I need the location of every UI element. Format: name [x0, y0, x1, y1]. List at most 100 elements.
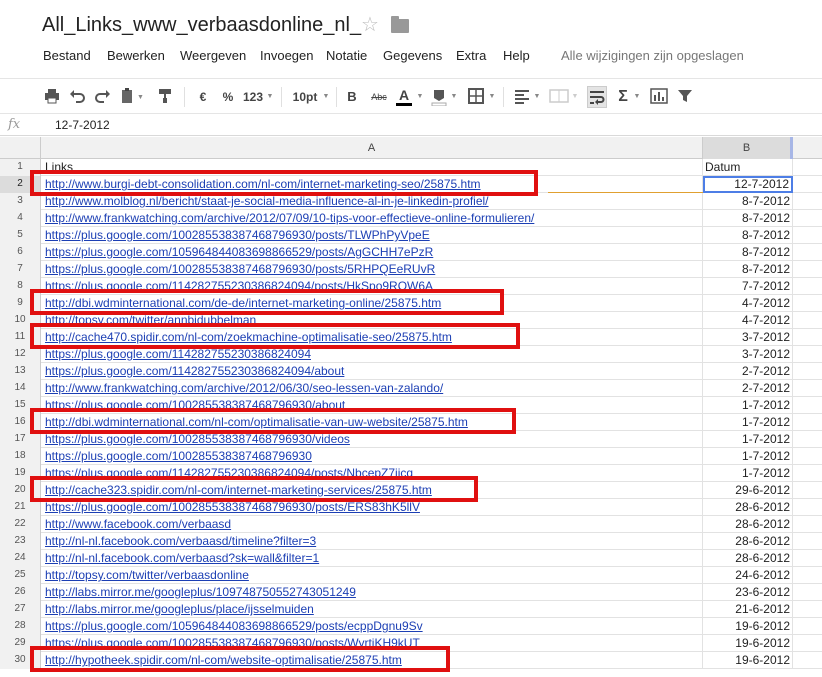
select-all-corner[interactable]: [0, 137, 41, 159]
row-number[interactable]: 14: [0, 380, 41, 397]
menu-tools[interactable]: Extra: [456, 48, 486, 63]
link-text[interactable]: http://dbi.wdminternational.com/nl-com/o…: [45, 415, 468, 429]
row-number[interactable]: 29: [0, 635, 41, 652]
cell-date[interactable]: 1-7-2012: [703, 431, 793, 448]
row-number[interactable]: 20: [0, 482, 41, 499]
cell-date[interactable]: 3-7-2012: [703, 346, 793, 363]
cell-link[interactable]: https://plus.google.com/1002855383874687…: [41, 227, 703, 244]
fill-color-icon[interactable]: [431, 88, 447, 106]
cell-date[interactable]: Datum: [703, 159, 793, 176]
paint-format-icon[interactable]: [157, 88, 173, 106]
number-format-button[interactable]: 123: [242, 88, 264, 106]
cell-link[interactable]: http://www.burgi-debt-consolidation.com/…: [41, 176, 703, 193]
cell-date[interactable]: 2-7-2012: [703, 380, 793, 397]
menu-file[interactable]: Bestand: [43, 48, 91, 63]
active-cell-date[interactable]: 12-7-2012: [703, 176, 793, 193]
cell-link[interactable]: https://plus.google.com/1142827552303868…: [41, 465, 703, 482]
cell-link[interactable]: http://labs.mirror.me/googleplus/place/i…: [41, 601, 703, 618]
cell-link[interactable]: http://topsy.com/twitter/verbaasdonline: [41, 567, 703, 584]
row-number[interactable]: 28: [0, 618, 41, 635]
link-text[interactable]: https://plus.google.com/1002855383874687…: [45, 636, 420, 650]
redo-icon[interactable]: [95, 88, 111, 106]
row-number[interactable]: 6: [0, 244, 41, 261]
cell-link[interactable]: https://plus.google.com/1059648440836988…: [41, 618, 703, 635]
cell-date[interactable]: 8-7-2012: [703, 227, 793, 244]
document-title[interactable]: All_Links_www_verbaasdonline_nl_: [42, 14, 361, 37]
row-number[interactable]: 15: [0, 397, 41, 414]
row-number[interactable]: 26: [0, 584, 41, 601]
menu-data[interactable]: Gegevens: [383, 48, 442, 63]
cell-date[interactable]: 7-7-2012: [703, 278, 793, 295]
font-size-select[interactable]: 10pt: [290, 88, 320, 106]
cell-date[interactable]: 8-7-2012: [703, 193, 793, 210]
link-text[interactable]: http://www.frankwatching.com/archive/201…: [45, 381, 443, 395]
row-number[interactable]: 8: [0, 278, 41, 295]
strikethrough-button[interactable]: Abc: [368, 88, 390, 106]
cell-date[interactable]: 28-6-2012: [703, 516, 793, 533]
cell-date[interactable]: 29-6-2012: [703, 482, 793, 499]
link-text[interactable]: https://plus.google.com/1142827552303868…: [45, 279, 433, 293]
menu-edit[interactable]: Bewerken: [107, 48, 165, 63]
link-text[interactable]: http://nl-nl.facebook.com/verbaasd/timel…: [45, 534, 316, 548]
link-text[interactable]: https://plus.google.com/1059648440836988…: [45, 619, 423, 633]
chevron-down-icon[interactable]: ▼: [416, 88, 424, 106]
row-number[interactable]: 30: [0, 652, 41, 669]
cell-link[interactable]: http://cache323.spidir.com/nl-com/intern…: [41, 482, 703, 499]
link-text[interactable]: http://topsy.com/twitter/verbaasdonline: [45, 568, 249, 582]
row-number[interactable]: 3: [0, 193, 41, 210]
cell-link[interactable]: https://plus.google.com/1002855383874687…: [41, 261, 703, 278]
cell-link[interactable]: http://www.frankwatching.com/archive/201…: [41, 380, 703, 397]
filter-icon[interactable]: [677, 88, 693, 106]
link-text[interactable]: http://dbi.wdminternational.com/de-de/in…: [45, 296, 441, 310]
cell-date[interactable]: 8-7-2012: [703, 261, 793, 278]
row-number[interactable]: 27: [0, 601, 41, 618]
bold-button[interactable]: B: [346, 88, 358, 106]
cell-date[interactable]: 1-7-2012: [703, 448, 793, 465]
cell-link[interactable]: https://plus.google.com/1002855383874687…: [41, 397, 703, 414]
cell-link[interactable]: http://dbi.wdminternational.com/de-de/in…: [41, 295, 703, 312]
percent-format-button[interactable]: %: [221, 88, 235, 106]
cell-link[interactable]: http://labs.mirror.me/googleplus/1097487…: [41, 584, 703, 601]
cell-link[interactable]: https://plus.google.com/1002855383874687…: [41, 431, 703, 448]
column-header-b[interactable]: B: [703, 137, 793, 159]
star-icon[interactable]: ☆: [361, 15, 379, 35]
chevron-down-icon[interactable]: ▼: [266, 88, 274, 106]
cell-link[interactable]: https://plus.google.com/1059648440836988…: [41, 244, 703, 261]
link-text[interactable]: https://plus.google.com/1002855383874687…: [45, 262, 435, 276]
cell-date[interactable]: 4-7-2012: [703, 295, 793, 312]
cell-date[interactable]: 1-7-2012: [703, 397, 793, 414]
cell-link[interactable]: http://hypotheek.spidir.com/nl-com/websi…: [41, 652, 703, 669]
row-number[interactable]: 21: [0, 499, 41, 516]
row-number[interactable]: 17: [0, 431, 41, 448]
cell-date[interactable]: 28-6-2012: [703, 533, 793, 550]
insert-chart-icon[interactable]: [650, 88, 668, 106]
cell-link[interactable]: http://cache470.spidir.com/nl-com/zoekma…: [41, 329, 703, 346]
link-text[interactable]: http://labs.mirror.me/googleplus/place/i…: [45, 602, 314, 616]
link-text[interactable]: http://cache470.spidir.com/nl-com/zoekma…: [45, 330, 452, 344]
link-text[interactable]: http://www.frankwatching.com/archive/201…: [45, 211, 534, 225]
chevron-down-icon[interactable]: ▼: [450, 88, 458, 106]
cell-link[interactable]: https://plus.google.com/1142827552303868…: [41, 363, 703, 380]
cell-link[interactable]: http://topsy.com/twitter/annbidubbelman: [41, 312, 703, 329]
cell-link[interactable]: http://www.molblog.nl/bericht/staat-je-s…: [41, 193, 703, 210]
cell-date[interactable]: 23-6-2012: [703, 584, 793, 601]
menu-view[interactable]: Weergeven: [180, 48, 246, 63]
row-number[interactable]: 19: [0, 465, 41, 482]
row-number[interactable]: 22: [0, 516, 41, 533]
folder-icon[interactable]: [391, 16, 409, 33]
cell-date[interactable]: 21-6-2012: [703, 601, 793, 618]
chevron-down-icon[interactable]: ▼: [533, 88, 541, 106]
link-text[interactable]: http://nl-nl.facebook.com/verbaasd?sk=wa…: [45, 551, 319, 565]
link-text[interactable]: http://www.molblog.nl/bericht/staat-je-s…: [45, 194, 489, 208]
row-number[interactable]: 2: [0, 176, 41, 193]
text-color-button[interactable]: A: [396, 88, 412, 106]
link-text[interactable]: http://cache323.spidir.com/nl-com/intern…: [45, 483, 432, 497]
chevron-down-icon[interactable]: ▼: [633, 88, 641, 106]
row-number[interactable]: 12: [0, 346, 41, 363]
cell-link[interactable]: https://plus.google.com/1002855383874687…: [41, 635, 703, 652]
align-left-icon[interactable]: [514, 88, 530, 106]
row-number[interactable]: 4: [0, 210, 41, 227]
sum-icon[interactable]: Σ: [616, 88, 630, 106]
cell-link[interactable]: http://www.frankwatching.com/archive/201…: [41, 210, 703, 227]
menu-help[interactable]: Help: [503, 48, 530, 63]
